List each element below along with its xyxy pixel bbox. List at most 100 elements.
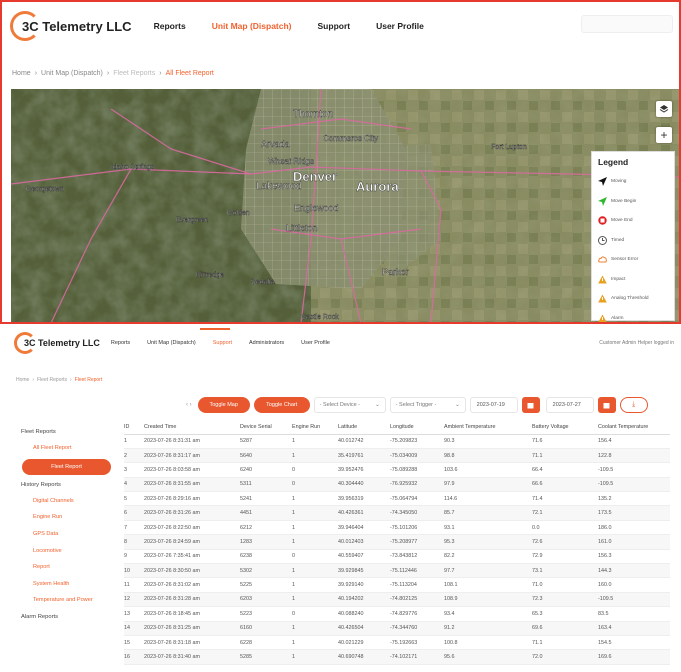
sidebar-item-engine-run[interactable]: Engine Run (14, 509, 114, 526)
column-header[interactable]: Engine Run (292, 420, 338, 435)
sidebar-item-gps-data[interactable]: GPS Data (14, 526, 114, 543)
table-row[interactable]: 12 2023-07-26 8:31:28 am 6203 1 40.194202 -74… (124, 592, 670, 608)
sidebar-item-digital-channels[interactable]: Digital Channels (14, 493, 114, 510)
sidebar-item-all-fleet-report[interactable]: All Fleet Report (14, 440, 114, 457)
table-cell: 69.6 (532, 621, 598, 636)
table-cell: 114.6 (444, 491, 532, 507)
legend-item-impact: Impact (598, 270, 668, 290)
table-cell: 5285 (240, 649, 292, 665)
column-header[interactable]: Battery Voltage (532, 420, 598, 435)
table-cell: -74.345050 (390, 505, 444, 521)
table-row[interactable]: 1 2023-07-26 8:31:31 am 5287 1 40.012742 -75.… (124, 434, 670, 449)
table-cell: 156.4 (598, 434, 670, 449)
nav-reports[interactable]: Reports (111, 340, 130, 346)
toggle-chart-button[interactable]: Toggle Chart (253, 397, 310, 413)
satellite-map[interactable]: Thornton Commerce City Arvada Wheat Ridg… (11, 89, 679, 322)
toggle-map-button[interactable]: Toggle Map (197, 397, 250, 413)
calendar-to-icon[interactable] (597, 397, 616, 413)
download-icon[interactable]: ⤓ (619, 397, 648, 413)
sidebar-item-system-health[interactable]: System Health (14, 576, 114, 593)
nav-reports[interactable]: Reports (154, 21, 186, 31)
nav-unit-map[interactable]: Unit Map (Dispatch) (212, 21, 292, 31)
table-cell: 103.6 (444, 462, 532, 478)
table-row[interactable]: 9 2023-07-26 7:35:41 am 6238 0 40.559407 -73.… (124, 549, 670, 565)
nav-support[interactable]: Support (318, 21, 351, 31)
sidebar-heading-alarm-reports[interactable]: Alarm Reports (14, 609, 114, 625)
map-label-idaho-springs: Idaho Springs (111, 164, 155, 171)
legend-item-move-begin: Move Begin (598, 192, 668, 212)
column-header[interactable]: Device Serial (240, 420, 292, 435)
table-row[interactable]: 16 2023-07-26 8:31:40 am 5285 1 40.690748 -74… (124, 649, 670, 665)
legend-item-timed: Timed (598, 231, 668, 251)
table-cell: -109.5 (598, 592, 670, 608)
table-row[interactable]: 10 2023-07-26 8:30:50 am 5302 1 39.929845 -75… (124, 563, 670, 579)
calendar-from-icon[interactable] (521, 397, 540, 413)
table-cell: -75.101206 (390, 520, 444, 536)
select-trigger-dropdown[interactable]: - Select Trigger - ⌄ (389, 397, 466, 413)
sidebar-item-report[interactable]: Report (14, 559, 114, 576)
table-row[interactable]: 5 2023-07-26 8:29:16 am 5241 1 39.956319 -75.… (124, 491, 670, 507)
sidebar-item-temperature-power[interactable]: Temperature and Power (14, 592, 114, 609)
map-legend: Legend Moving Move Begin Move End Timed … (591, 151, 675, 322)
table-row[interactable]: 13 2023-07-26 8:18:45 am 5223 0 40.088240 -74… (124, 606, 670, 622)
table-cell: 1 (124, 434, 144, 449)
table-row[interactable]: 7 2023-07-26 8:22:50 am 6212 1 39.946404 -75.… (124, 520, 670, 536)
breadcrumb-fleet-reports[interactable]: Fleet Reports (37, 377, 67, 383)
sidebar-heading-history-reports[interactable]: History Reports (14, 477, 114, 493)
table-row[interactable]: 14 2023-07-26 8:31:25 am 6160 1 40.426504 -74… (124, 621, 670, 636)
column-header[interactable]: Latitude (338, 420, 390, 435)
table-cell: -75.192663 (390, 635, 444, 651)
breadcrumb-unit-map[interactable]: Unit Map (Dispatch) (41, 70, 103, 77)
logo[interactable]: 3C Telemetry LLC (14, 332, 100, 354)
table-cell: 5223 (240, 606, 292, 622)
table-cell: 2023-07-26 8:31:55 am (144, 477, 240, 493)
table-cell: 2023-07-26 7:35:41 am (144, 549, 240, 565)
table-cell: 93.1 (444, 520, 532, 536)
search-input[interactable] (581, 15, 673, 33)
table-cell: 39.952476 (338, 462, 390, 478)
sidebar-item-locomotive[interactable]: Locomotive (14, 542, 114, 559)
column-header[interactable]: Coolant Temperature (598, 420, 670, 435)
layers-icon[interactable] (656, 101, 672, 117)
table-cell: 39.929845 (338, 563, 390, 579)
breadcrumb-fleet-reports[interactable]: Fleet Reports (113, 70, 155, 77)
table-row[interactable]: 3 2023-07-26 8:03:58 am 6240 0 39.952476 -75.… (124, 462, 670, 478)
select-device-dropdown[interactable]: - Select Device - ⌄ (313, 397, 386, 413)
table-cell: -75.034009 (390, 448, 444, 464)
table-cell: -73.843812 (390, 549, 444, 565)
logo[interactable]: 3C Telemetry LLC (10, 11, 132, 41)
table-cell: 173.5 (598, 505, 670, 521)
table-cell: -75.113204 (390, 577, 444, 593)
table-row[interactable]: 2 2023-07-26 8:31:17 am 5640 1 35.419761 -75.… (124, 448, 670, 464)
date-to-input[interactable]: 2023-07-27 (545, 397, 594, 413)
table-row[interactable]: 6 2023-07-26 8:31:26 am 4451 1 40.426361 -74.… (124, 505, 670, 521)
table-row[interactable]: 4 2023-07-26 8:31:55 am 5311 0 40.304440 -76.… (124, 477, 670, 493)
nav-user-profile[interactable]: User Profile (376, 21, 424, 31)
table-cell: 160.0 (598, 577, 670, 593)
date-from-input[interactable]: 2023-07-19 (469, 397, 518, 413)
sidebar-item-fleet-report[interactable]: Fleet Report (22, 458, 111, 475)
column-header[interactable]: Longitude (390, 420, 444, 435)
table-cell: 2023-07-26 8:31:18 am (144, 635, 240, 651)
zoom-in-button[interactable]: + (656, 127, 672, 143)
table-row[interactable]: 8 2023-07-26 8:24:59 am 1283 1 40.012403 -75.… (124, 534, 670, 550)
nav-user-profile[interactable]: User Profile (301, 340, 330, 346)
map-imagery: Thornton Commerce City Arvada Wheat Ridg… (11, 89, 679, 322)
table-cell: 72.3 (532, 592, 598, 608)
column-header[interactable]: Ambient Temperature (444, 420, 532, 435)
breadcrumb-home[interactable]: Home (16, 377, 29, 383)
column-header[interactable]: Created Time (144, 420, 240, 435)
nav-support[interactable]: Support (213, 340, 232, 346)
collapse-sidebar-icon[interactable]: ‹ › (186, 402, 192, 408)
table-row[interactable]: 11 2023-07-26 8:31:02 am 5225 1 39.929140 -75… (124, 577, 670, 593)
breadcrumb-home[interactable]: Home (12, 70, 31, 77)
stop-red-icon (598, 216, 607, 225)
nav-administrators[interactable]: Administrators (249, 340, 284, 346)
table-row[interactable]: 15 2023-07-26 8:31:18 am 6228 1 40.021229 -75… (124, 635, 670, 651)
sidebar-heading-fleet-reports[interactable]: Fleet Reports (14, 424, 114, 440)
nav-unit-map[interactable]: Unit Map (Dispatch) (147, 340, 196, 346)
table-cell: 16 (124, 649, 144, 665)
map-label-fort-lupton: Fort Lupton (491, 144, 527, 151)
breadcrumb: Home › Unit Map (Dispatch) › Fleet Reports… (12, 70, 214, 77)
column-header[interactable]: ID (124, 420, 144, 435)
